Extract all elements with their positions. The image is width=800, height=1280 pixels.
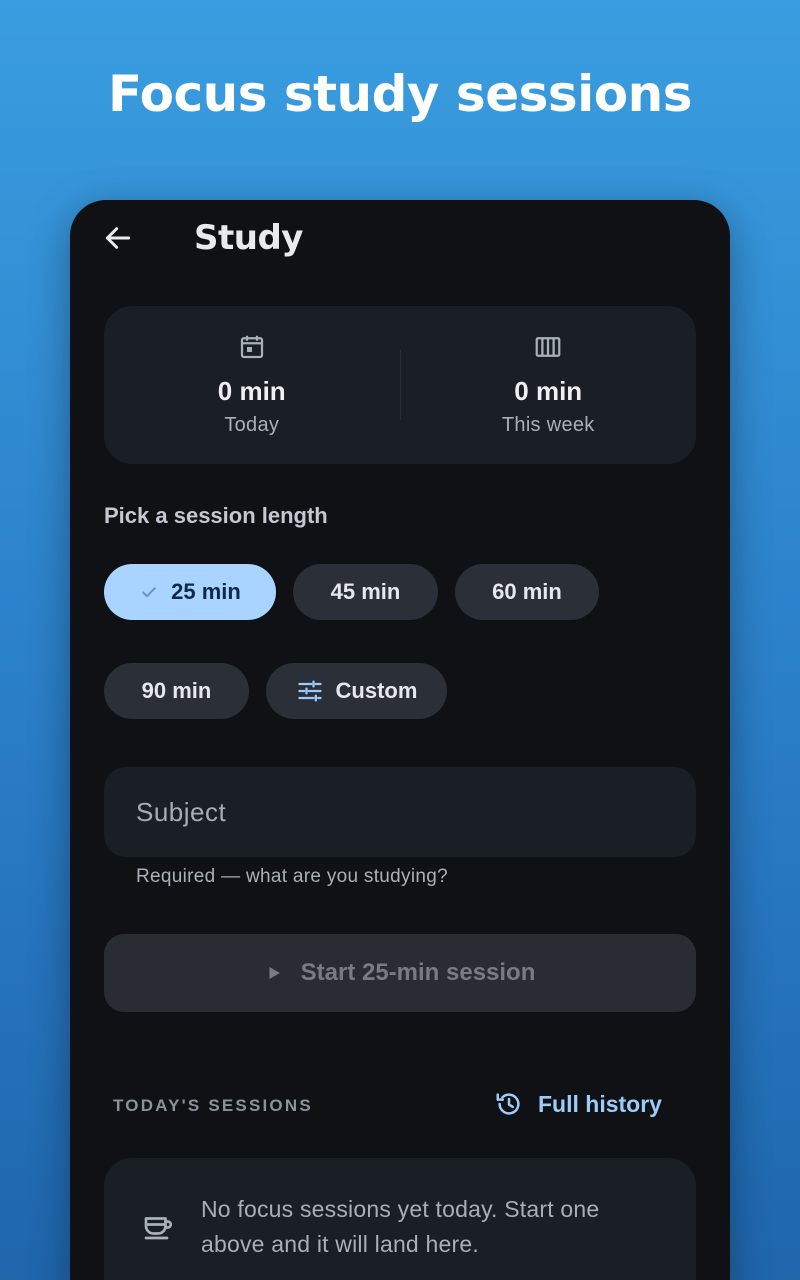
todays-sessions-header: TODAY'S SESSIONS xyxy=(113,1096,313,1115)
stat-this-week: 0 min This week xyxy=(401,306,697,464)
calendar-icon xyxy=(240,335,263,359)
back-button[interactable] xyxy=(98,218,138,258)
chip-custom[interactable]: Custom xyxy=(266,663,447,719)
chip-45-min[interactable]: 45 min xyxy=(293,564,438,620)
session-length-label: Pick a session length xyxy=(104,503,328,528)
play-icon xyxy=(269,967,280,979)
chip-label: 60 min xyxy=(492,579,562,604)
chip-label: 25 min xyxy=(171,579,241,604)
cup-icon xyxy=(144,1217,173,1240)
start-session-button[interactable]: Start 25-min session xyxy=(104,934,696,1012)
stat-value: 0 min xyxy=(217,376,286,406)
stat-label: This week xyxy=(501,414,595,436)
empty-sessions-text: No focus sessions yet today. Start one a… xyxy=(201,1196,600,1257)
history-icon xyxy=(496,1093,520,1115)
chip-90-min[interactable]: 90 min xyxy=(104,663,249,719)
page-title: Study xyxy=(194,218,303,258)
chip-label: Custom xyxy=(335,678,418,703)
check-icon xyxy=(142,587,156,598)
stat-today: 0 min Today xyxy=(104,306,400,464)
arrow-left-icon xyxy=(105,227,131,249)
chip-label: 90 min xyxy=(141,678,212,703)
full-history-label: Full history xyxy=(538,1090,662,1117)
week-grid-icon xyxy=(535,337,561,357)
start-button-label: Start 25-min session xyxy=(300,959,536,986)
empty-sessions-card: No focus sessions yet today. Start one a… xyxy=(104,1158,696,1280)
promo-title: Focus study sessions xyxy=(108,65,692,123)
subject-helper-text: Required — what are you studying? xyxy=(136,866,448,887)
app-bar: Study xyxy=(70,200,730,276)
full-history-link[interactable]: Full history xyxy=(494,1084,662,1124)
chip-60-min[interactable]: 60 min xyxy=(455,564,599,620)
stats-card: 0 min Today 0 min This week xyxy=(104,306,696,464)
phone-screen: Study 0 min Today 0 min This week Pick a… xyxy=(70,200,730,1280)
chip-25-min[interactable]: 25 min xyxy=(104,564,276,620)
stat-label: Today xyxy=(224,414,280,436)
stat-value: 0 min xyxy=(514,376,583,406)
tune-icon xyxy=(297,680,322,702)
chip-label: 45 min xyxy=(330,579,401,604)
subject-input[interactable] xyxy=(104,767,696,857)
